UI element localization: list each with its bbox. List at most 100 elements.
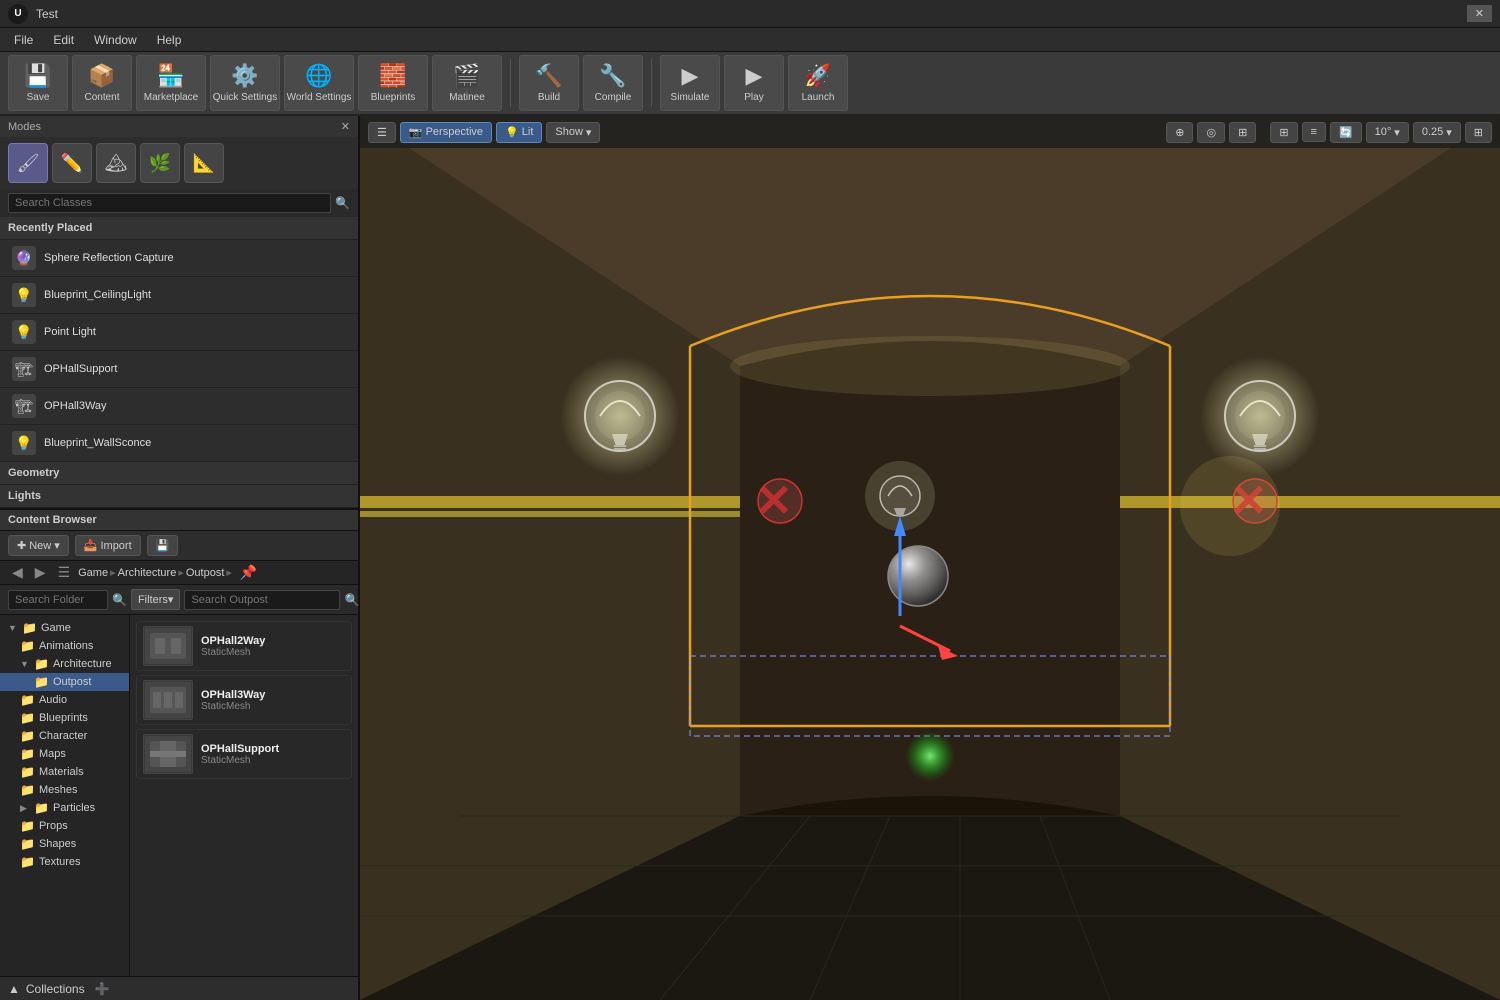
placed-item-ceiling[interactable]: 💡 Blueprint_CeilingLight — [0, 277, 358, 314]
asset-ophallsupport[interactable]: OPHallSupport StaticMesh — [136, 729, 352, 779]
collections-expand[interactable]: ▲ — [8, 982, 20, 996]
compile-button[interactable]: 🔧 Compile — [583, 55, 643, 111]
mode-tool-landscape[interactable]: 🏔 — [96, 143, 136, 183]
recently-placed-category[interactable]: Recently Placed — [0, 217, 358, 240]
modes-close[interactable]: ✕ — [341, 120, 350, 133]
quick-settings-button[interactable]: ⚙️ Quick Settings — [210, 55, 280, 111]
nav-back[interactable]: ◀ — [8, 564, 27, 581]
geometry-category[interactable]: Geometry — [0, 462, 358, 485]
tree-item-shapes[interactable]: 📁 Shapes — [0, 835, 129, 853]
viewport[interactable]: ✕ ✕ — [360, 116, 1500, 1000]
mode-tool-paint[interactable]: ✏️ — [52, 143, 92, 183]
tree-item-game[interactable]: ▼ 📁 Game — [0, 619, 129, 637]
asset-ophall2way-thumb — [143, 626, 193, 666]
vp-snap-scale[interactable]: ≡ — [1302, 122, 1326, 142]
vp-angle[interactable]: 10° ▾ — [1366, 122, 1409, 143]
toolbar: 💾 Save 📦 Content 🏪 Marketplace ⚙️ Quick … — [0, 52, 1500, 116]
folder-search-input[interactable] — [8, 590, 108, 610]
tree-item-materials[interactable]: 📁 Materials — [0, 763, 129, 781]
filter-button[interactable]: Filters▾ — [131, 589, 180, 610]
modes-header: Modes ✕ — [0, 116, 358, 137]
tree-item-audio[interactable]: 📁 Audio — [0, 691, 129, 709]
quick-settings-label: Quick Settings — [213, 92, 277, 103]
tree-item-particles[interactable]: ▶ 📁 Particles — [0, 799, 129, 817]
tree-item-blueprints[interactable]: 📁 Blueprints — [0, 709, 129, 727]
lights-category[interactable]: Lights — [0, 485, 358, 508]
asset-ophall2way-type: StaticMesh — [201, 647, 265, 658]
tree-item-textures[interactable]: 📁 Textures — [0, 853, 129, 871]
marketplace-button[interactable]: 🏪 Marketplace — [136, 55, 206, 111]
tree-item-outpost[interactable]: 📁 Outpost — [0, 673, 129, 691]
perspective-button[interactable]: 📷 Perspective — [400, 122, 492, 143]
wallsconce-icon: 💡 — [12, 431, 36, 455]
nav-forward[interactable]: ▶ — [31, 564, 50, 581]
asset-ophall2way[interactable]: OPHall2Way StaticMesh — [136, 621, 352, 671]
point-light-name: Point Light — [44, 326, 96, 338]
breadcrumb-architecture[interactable]: Architecture — [118, 567, 177, 579]
build-button[interactable]: 🔨 Build — [519, 55, 579, 111]
tree-item-animations[interactable]: 📁 Animations — [0, 637, 129, 655]
vp-snap-rot[interactable]: 🔄 — [1330, 122, 1362, 143]
import-button[interactable]: 📥 Import — [75, 535, 141, 556]
tree-item-meshes[interactable]: 📁 Meshes — [0, 781, 129, 799]
nav-menu[interactable]: ☰ — [54, 564, 75, 581]
tree-item-character[interactable]: 📁 Character — [0, 727, 129, 745]
blueprints-button[interactable]: 🧱 Blueprints — [358, 55, 428, 111]
menu-window[interactable]: Window — [84, 31, 147, 49]
tree-item-props[interactable]: 📁 Props — [0, 817, 129, 835]
modes-tools: 🖌 ✏️ 🏔 🌿 📐 — [0, 137, 358, 189]
tree-item-maps[interactable]: 📁 Maps — [0, 745, 129, 763]
matinee-button[interactable]: 🎬 Matinee — [432, 55, 502, 111]
mode-tool-place[interactable]: 🖌 — [8, 143, 48, 183]
breadcrumb-outpost[interactable]: Outpost — [186, 567, 225, 579]
content-icon: 📦 — [88, 63, 115, 89]
play-icon: ▶ — [746, 63, 763, 89]
new-button[interactable]: ✚ New ▾ — [8, 535, 69, 556]
mode-tool-geometry[interactable]: 📐 — [184, 143, 224, 183]
close-button[interactable]: ✕ — [1467, 5, 1492, 22]
launch-icon: 🚀 — [804, 63, 831, 89]
content-button[interactable]: 📦 Content — [72, 55, 132, 111]
save-content-button[interactable]: 💾 — [147, 535, 179, 556]
menu-file[interactable]: File — [4, 31, 43, 49]
mode-tool-foliage[interactable]: 🌿 — [140, 143, 180, 183]
placed-item-wallsconce[interactable]: 💡 Blueprint_WallSconce — [0, 425, 358, 462]
lit-button[interactable]: 💡 Lit — [496, 122, 542, 143]
launch-button[interactable]: 🚀 Launch — [788, 55, 848, 111]
launch-label: Launch — [802, 92, 835, 103]
import-label: Import — [100, 540, 131, 552]
collections-add[interactable]: ➕ — [95, 982, 110, 996]
show-button[interactable]: Show ▾ — [546, 122, 600, 143]
menu-help[interactable]: Help — [147, 31, 192, 49]
content-search-icon: 🔍 — [344, 593, 359, 607]
vp-grid[interactable]: ⊞ — [1270, 122, 1297, 143]
lit-label: Lit — [522, 126, 534, 138]
search-classes-input[interactable] — [8, 193, 331, 213]
nav-lock[interactable]: 📌 — [236, 564, 261, 581]
viewport-menu-button[interactable]: ☰ — [368, 122, 396, 143]
vp-extra[interactable]: ⊞ — [1465, 122, 1492, 143]
tree-item-architecture[interactable]: ▼ 📁 Architecture — [0, 655, 129, 673]
ophall3way-name: OPHall3Way — [44, 400, 107, 412]
perspective-icon: 📷 — [409, 126, 423, 139]
vp-zoom[interactable]: 0.25 ▾ — [1413, 122, 1461, 143]
save-button[interactable]: 💾 Save — [8, 55, 68, 111]
placed-item-pointlight[interactable]: 💡 Point Light — [0, 314, 358, 351]
placed-item-ophall3way[interactable]: 🏗 OPHall3Way — [0, 388, 358, 425]
asset-ophallsupport-type: StaticMesh — [201, 755, 279, 766]
menu-edit[interactable]: Edit — [43, 31, 84, 49]
asset-ophall3way[interactable]: OPHall3Way StaticMesh — [136, 675, 352, 725]
world-settings-button[interactable]: 🌐 World Settings — [284, 55, 354, 111]
vp-mode-2[interactable]: ◎ — [1197, 122, 1225, 143]
placed-item-ophallsupport[interactable]: 🏗 OPHallSupport — [0, 351, 358, 388]
simulate-button[interactable]: ▶ Simulate — [660, 55, 720, 111]
placed-item-sphere[interactable]: 🔮 Sphere Reflection Capture — [0, 240, 358, 277]
content-search-input[interactable] — [184, 590, 340, 610]
play-button[interactable]: ▶ Play — [724, 55, 784, 111]
compile-label: Compile — [595, 92, 632, 103]
new-icon: ✚ — [17, 539, 26, 552]
breadcrumb-game[interactable]: Game — [78, 567, 108, 579]
vp-mode-1[interactable]: ⊕ — [1166, 122, 1193, 143]
vp-angle-label: 10° — [1375, 126, 1392, 138]
vp-mode-3[interactable]: ⊞ — [1229, 122, 1256, 143]
